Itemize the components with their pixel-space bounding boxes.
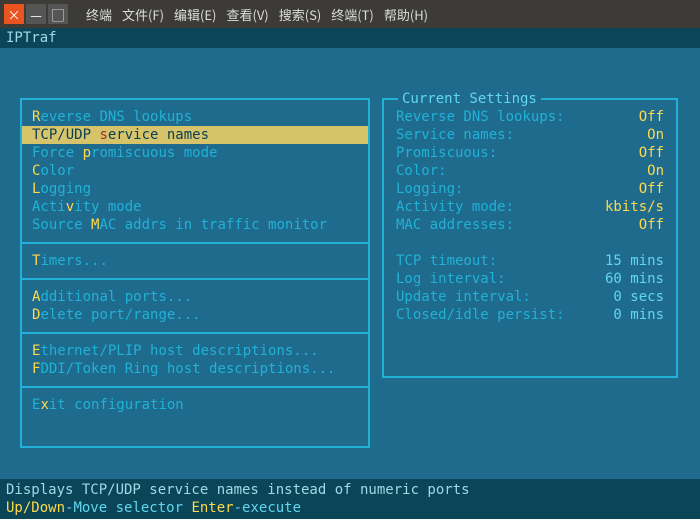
settings-label: Activity mode: <box>396 198 514 216</box>
menu-exit[interactable]: Exit configuration <box>22 396 368 414</box>
status-keys: Up/Down-Move selector Enter-execute <box>6 499 694 517</box>
settings-value: On <box>647 162 664 180</box>
settings-label: Closed/idle persist: <box>396 306 565 324</box>
config-menu-panel: Reverse DNS lookupsTCP/UDP service names… <box>20 98 370 448</box>
settings-label: MAC addresses: <box>396 216 514 234</box>
settings-row: Reverse DNS lookups: Off <box>384 108 676 126</box>
window-titlebar: × — ▢ 终端 文件(F) 编辑(E) 查看(V) 搜索(S) 终端(T) 帮… <box>0 0 700 28</box>
terminal-area: IPTraf Reverse DNS lookupsTCP/UDP servic… <box>0 28 700 519</box>
menu-search[interactable]: 搜索(S) <box>279 5 322 24</box>
settings-value: Off <box>639 180 664 198</box>
menu-item[interactable]: Reverse DNS lookups <box>22 108 368 126</box>
menu-item[interactable]: TCP/UDP service names <box>22 126 368 144</box>
menu-additional-ports[interactable]: Additional ports... <box>22 288 368 306</box>
menu-fddi-desc[interactable]: FDDI/Token Ring host descriptions... <box>22 360 368 378</box>
menu-view[interactable]: 查看(V) <box>226 5 268 24</box>
settings-row: Update interval: 0 secs <box>384 288 676 306</box>
menu-item[interactable]: Logging <box>22 180 368 198</box>
menu-terminal[interactable]: 终端 <box>86 5 112 24</box>
separator <box>22 324 368 342</box>
maximize-icon[interactable]: ▢ <box>48 4 68 24</box>
settings-legend: Current Settings <box>398 90 541 108</box>
settings-row: Promiscuous: Off <box>384 144 676 162</box>
menu-delete-port[interactable]: Delete port/range... <box>22 306 368 324</box>
settings-row: Service names: On <box>384 126 676 144</box>
settings-label: Logging: <box>396 180 463 198</box>
menu-file[interactable]: 文件(F) <box>122 5 164 24</box>
close-icon[interactable]: × <box>4 4 24 24</box>
settings-value: 60 mins <box>605 270 664 288</box>
settings-label: Service names: <box>396 126 514 144</box>
menu-timers[interactable]: Timers... <box>22 252 368 270</box>
settings-label: Update interval: <box>396 288 531 306</box>
menu-item[interactable]: Activity mode <box>22 198 368 216</box>
settings-value: Off <box>639 144 664 162</box>
menu-ethernet-desc[interactable]: Ethernet/PLIP host descriptions... <box>22 342 368 360</box>
settings-row: Log interval: 60 mins <box>384 270 676 288</box>
separator <box>22 270 368 288</box>
settings-label: Color: <box>396 162 447 180</box>
settings-value: 15 mins <box>605 252 664 270</box>
settings-row: Activity mode: kbits/s <box>384 198 676 216</box>
separator <box>22 378 368 396</box>
current-settings-panel: Current Settings Reverse DNS lookups:Off… <box>382 98 678 378</box>
menu-term[interactable]: 终端(T) <box>331 5 374 24</box>
menu-help[interactable]: 帮助(H) <box>384 5 428 24</box>
settings-label: Reverse DNS lookups: <box>396 108 565 126</box>
menu-edit[interactable]: 编辑(E) <box>174 5 216 24</box>
status-bar: Displays TCP/UDP service names instead o… <box>0 479 700 519</box>
app-tab: IPTraf <box>0 28 700 48</box>
settings-row: Logging: Off <box>384 180 676 198</box>
separator <box>22 234 368 252</box>
settings-label: Promiscuous: <box>396 144 497 162</box>
menu-item[interactable]: Color <box>22 162 368 180</box>
settings-row: Closed/idle persist: 0 mins <box>384 306 676 324</box>
settings-label: TCP timeout: <box>396 252 497 270</box>
settings-row: Color: On <box>384 162 676 180</box>
settings-value: Off <box>639 108 664 126</box>
settings-value: 0 mins <box>613 306 664 324</box>
settings-label: Log interval: <box>396 270 506 288</box>
settings-value: On <box>647 126 664 144</box>
menu-item[interactable]: Source MAC addrs in traffic monitor <box>22 216 368 234</box>
minimize-icon[interactable]: — <box>26 4 46 24</box>
settings-row: MAC addresses: Off <box>384 216 676 234</box>
status-description: Displays TCP/UDP service names instead o… <box>6 481 694 499</box>
settings-row: TCP timeout: 15 mins <box>384 252 676 270</box>
menu-item[interactable]: Force promiscuous mode <box>22 144 368 162</box>
workspace: Reverse DNS lookupsTCP/UDP service names… <box>0 48 700 473</box>
settings-value: Off <box>639 216 664 234</box>
menubar: 终端 文件(F) 编辑(E) 查看(V) 搜索(S) 终端(T) 帮助(H) <box>86 5 428 24</box>
settings-value: 0 secs <box>613 288 664 306</box>
settings-value: kbits/s <box>605 198 664 216</box>
